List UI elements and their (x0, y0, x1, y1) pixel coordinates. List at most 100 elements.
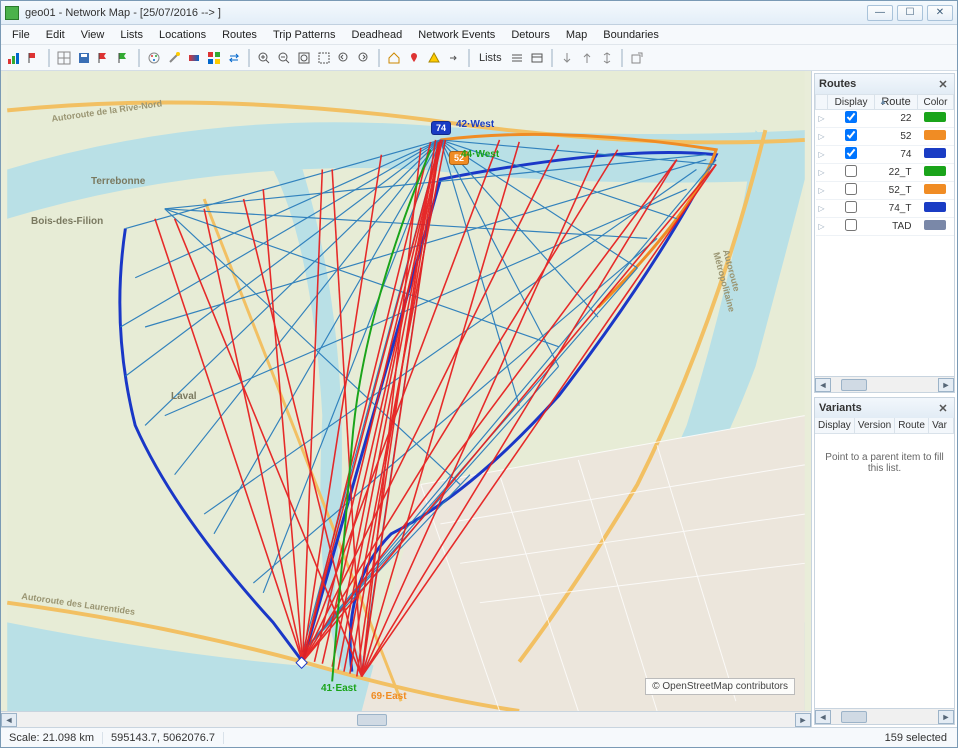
route-row[interactable]: ▷52 (816, 128, 954, 146)
routes-scroll-left[interactable]: ◄ (815, 378, 831, 392)
menu-deadhead[interactable]: Deadhead (345, 27, 410, 43)
row-handle-icon[interactable]: ▷ (816, 128, 828, 146)
map-canvas[interactable]: Terrebonne Bois-des-Filion Laval Autorou… (1, 71, 811, 711)
variants-scroll-left[interactable]: ◄ (815, 710, 831, 724)
route-color-cell (917, 200, 953, 218)
display-checkbox[interactable] (845, 183, 857, 195)
zoom-out-icon[interactable] (275, 49, 293, 67)
display-checkbox[interactable] (845, 201, 857, 213)
separator-icon (48, 49, 50, 67)
scroll-thumb[interactable] (357, 714, 387, 726)
route-color-cell (917, 164, 953, 182)
menu-routes[interactable]: Routes (215, 27, 264, 43)
close-button[interactable]: ✕ (927, 5, 953, 21)
scroll-right-button[interactable]: ► (795, 713, 811, 727)
flag-green-icon[interactable] (115, 49, 133, 67)
col-display[interactable]: Display (828, 95, 875, 110)
flag-red2-icon[interactable] (95, 49, 113, 67)
display-checkbox[interactable] (845, 129, 857, 141)
export-icon[interactable] (628, 49, 646, 67)
vcol-version[interactable]: Version (855, 418, 895, 433)
menu-locations[interactable]: Locations (152, 27, 213, 43)
anchor-down-icon[interactable] (558, 49, 576, 67)
menu-detours[interactable]: Detours (504, 27, 557, 43)
scroll-left-button[interactable]: ◄ (1, 713, 17, 727)
variants-scroll-right[interactable]: ► (938, 710, 954, 724)
swap-icon[interactable] (225, 49, 243, 67)
display-checkbox-cell[interactable] (828, 110, 875, 128)
label-41-east: 41·East (321, 683, 357, 694)
zoom-previous-icon[interactable] (335, 49, 353, 67)
chart-icon[interactable] (5, 49, 23, 67)
label-69-east: 69·East (371, 691, 407, 702)
vcol-display[interactable]: Display (815, 418, 855, 433)
display-checkbox-cell[interactable] (828, 164, 875, 182)
row-handle-icon[interactable]: ▷ (816, 164, 828, 182)
row-handle-icon[interactable]: ▷ (816, 200, 828, 218)
save-icon[interactable] (75, 49, 93, 67)
zoom-selection-icon[interactable] (315, 49, 333, 67)
menu-map[interactable]: Map (559, 27, 594, 43)
gradient-icon[interactable] (185, 49, 203, 67)
zoom-next-icon[interactable] (355, 49, 373, 67)
route-row[interactable]: ▷22_T (816, 164, 954, 182)
display-checkbox[interactable] (845, 147, 857, 159)
grid-icon[interactable] (55, 49, 73, 67)
row-handle-icon[interactable]: ▷ (816, 146, 828, 164)
body: Terrebonne Bois-des-Filion Laval Autorou… (1, 71, 957, 727)
zoom-in-icon[interactable] (255, 49, 273, 67)
display-checkbox-cell[interactable] (828, 128, 875, 146)
routes-scroll-right[interactable]: ► (938, 378, 954, 392)
menu-edit[interactable]: Edit (39, 27, 72, 43)
routes-panel-close-icon[interactable]: ✕ (936, 77, 950, 91)
list2-icon[interactable] (528, 49, 546, 67)
route-row[interactable]: ▷22 (816, 110, 954, 128)
display-checkbox[interactable] (845, 165, 857, 177)
col-route[interactable]: ▲Route (875, 95, 918, 110)
menu-file[interactable]: File (5, 27, 37, 43)
menu-boundaries[interactable]: Boundaries (596, 27, 666, 43)
display-checkbox-cell[interactable] (828, 200, 875, 218)
list1-icon[interactable] (508, 49, 526, 67)
paint-icon[interactable] (145, 49, 163, 67)
flag-red-icon[interactable] (25, 49, 43, 67)
warning-icon[interactable] (425, 49, 443, 67)
anchor-both-icon[interactable] (598, 49, 616, 67)
routes-scroll-thumb[interactable] (841, 379, 867, 391)
color-grid-icon[interactable] (205, 49, 223, 67)
variants-panel-close-icon[interactable]: ✕ (936, 401, 950, 415)
zoom-fit-icon[interactable] (295, 49, 313, 67)
route-color-cell (917, 182, 953, 200)
route-row[interactable]: ▷TAD (816, 218, 954, 236)
menu-view[interactable]: View (74, 27, 112, 43)
vcol-route[interactable]: Route (895, 418, 929, 433)
wand-icon[interactable] (165, 49, 183, 67)
row-handle-icon[interactable]: ▷ (816, 218, 828, 236)
routes-horizontal-scrollbar[interactable]: ◄ ► (815, 376, 954, 392)
col-color[interactable]: Color (917, 95, 953, 110)
variants-horizontal-scrollbar[interactable]: ◄ ► (815, 708, 954, 724)
maximize-button[interactable]: ☐ (897, 5, 923, 21)
row-handle-icon[interactable]: ▷ (816, 110, 828, 128)
pin-icon[interactable] (405, 49, 423, 67)
display-checkbox[interactable] (845, 219, 857, 231)
arrow-right-icon[interactable] (445, 49, 463, 67)
route-row[interactable]: ▷74 (816, 146, 954, 164)
display-checkbox-cell[interactable] (828, 146, 875, 164)
menu-network-events[interactable]: Network Events (411, 27, 502, 43)
vcol-var[interactable]: Var (929, 418, 954, 433)
display-checkbox-cell[interactable] (828, 218, 875, 236)
anchor-up-icon[interactable] (578, 49, 596, 67)
display-checkbox-cell[interactable] (828, 182, 875, 200)
menu-lists[interactable]: Lists (113, 27, 150, 43)
variants-scroll-thumb[interactable] (841, 711, 867, 723)
home-icon[interactable] (385, 49, 403, 67)
route-row[interactable]: ▷74_T (816, 200, 954, 218)
route-color-cell (917, 218, 953, 236)
menu-trip-patterns[interactable]: Trip Patterns (266, 27, 343, 43)
map-horizontal-scrollbar[interactable]: ◄ ► (1, 711, 811, 727)
minimize-button[interactable]: — (867, 5, 893, 21)
route-row[interactable]: ▷52_T (816, 182, 954, 200)
row-handle-icon[interactable]: ▷ (816, 182, 828, 200)
display-checkbox[interactable] (845, 111, 857, 123)
